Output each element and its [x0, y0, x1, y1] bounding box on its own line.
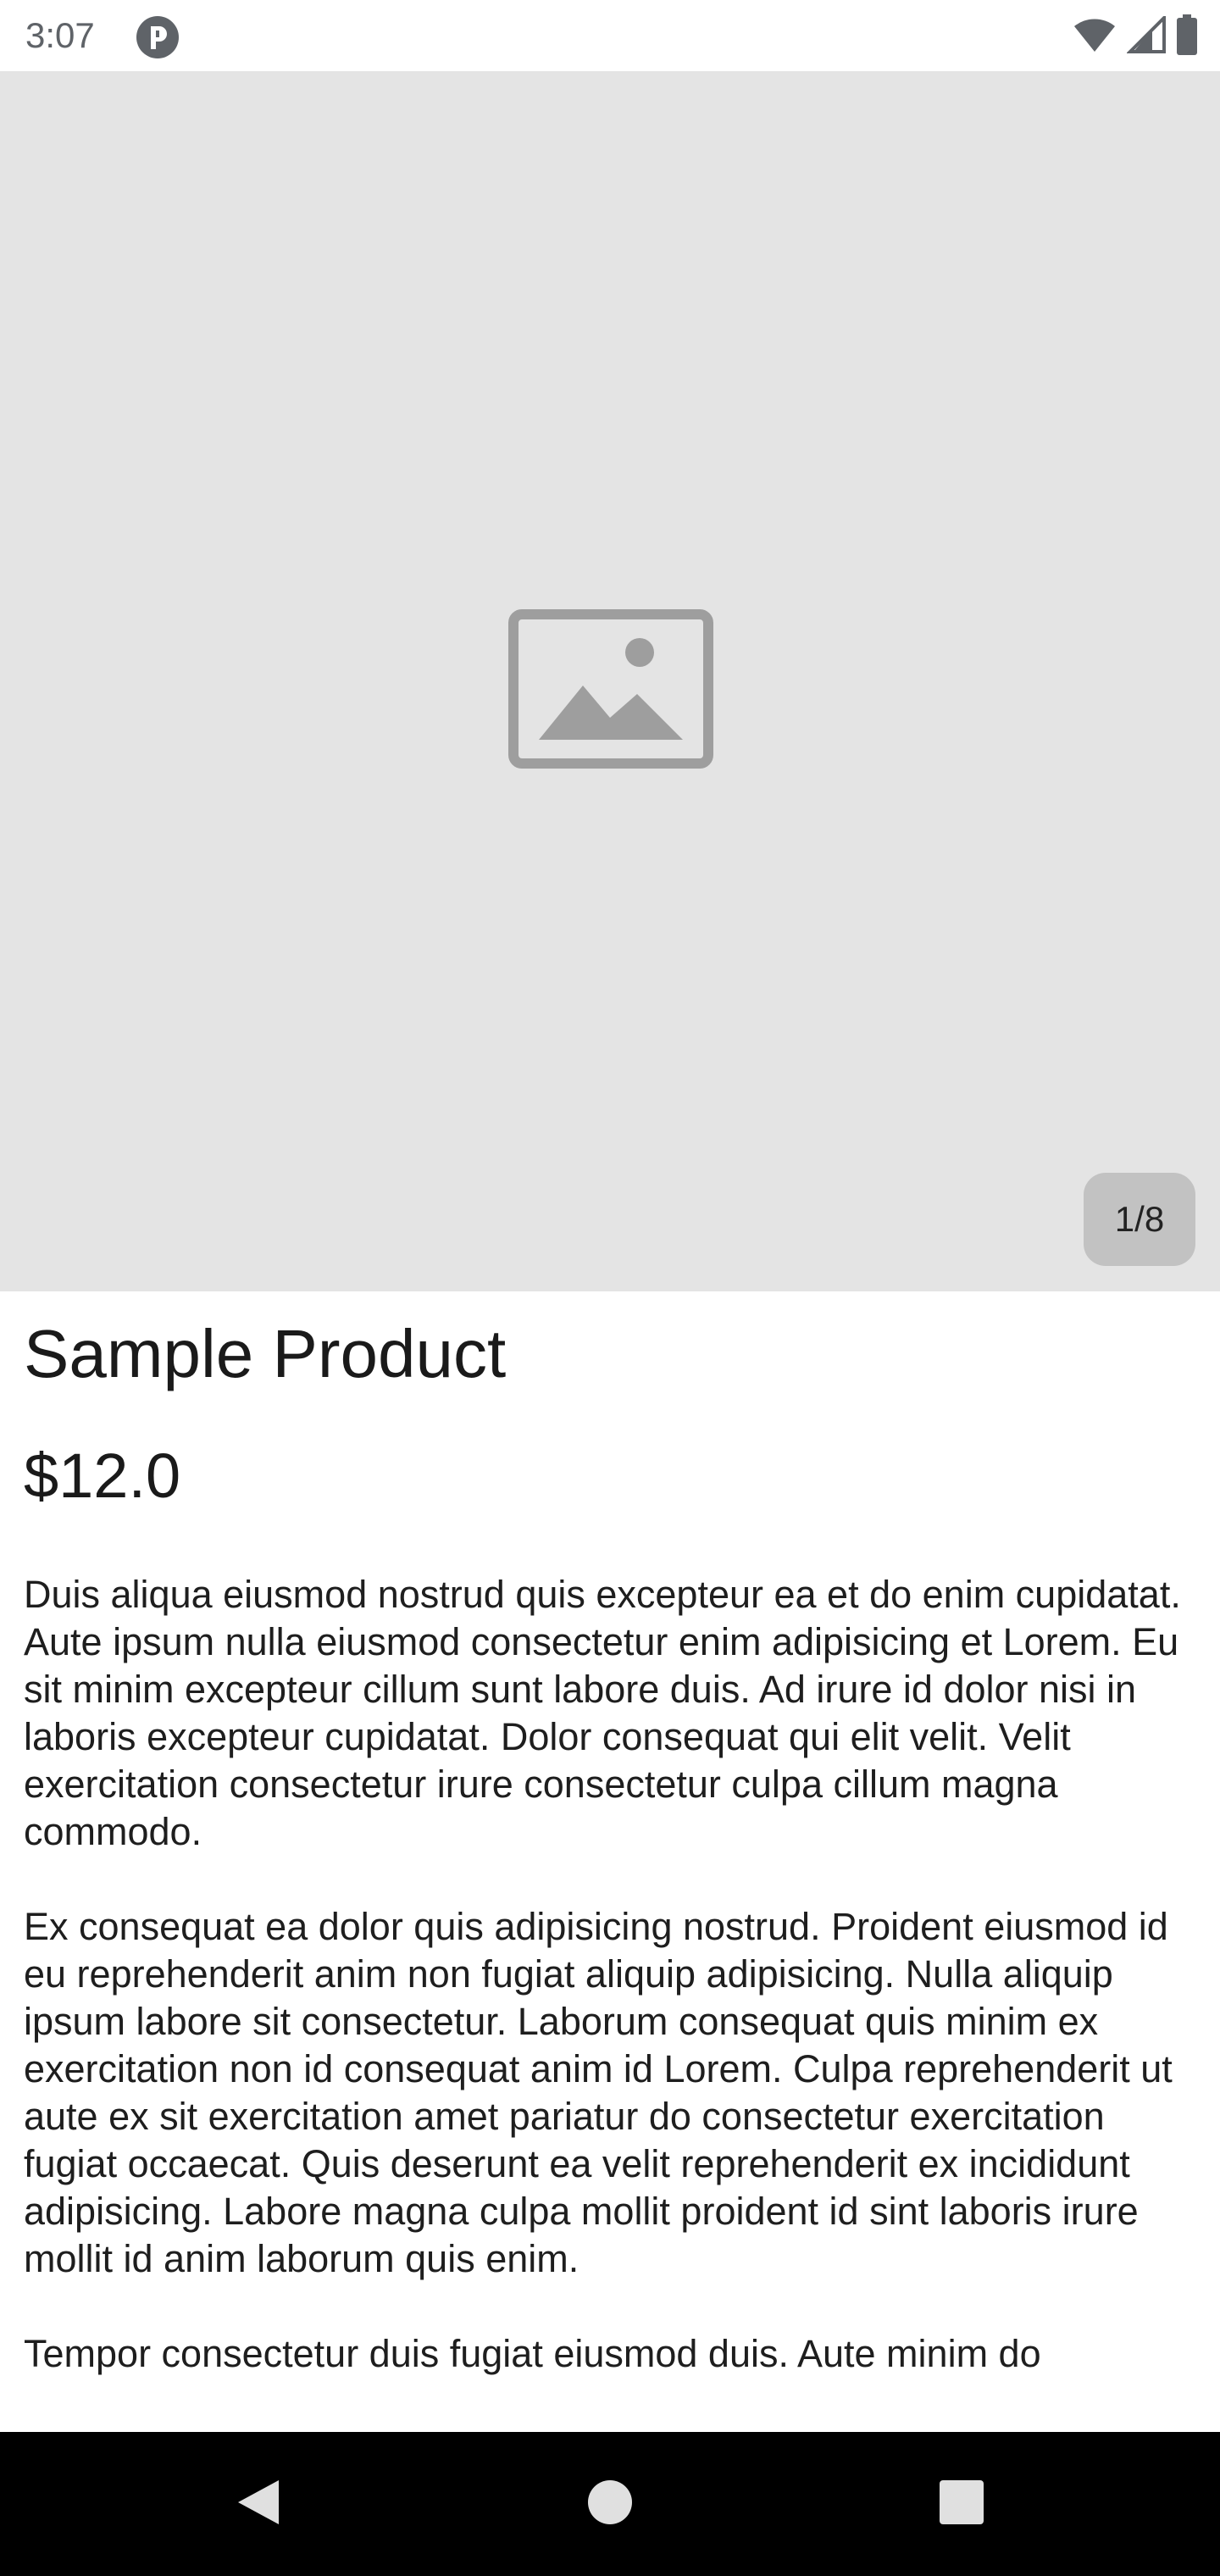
- cell-signal-icon: [1126, 13, 1166, 58]
- battery-icon: [1176, 14, 1198, 59]
- description-paragraph: Tempor consectetur duis fugiat eiusmod d…: [24, 2332, 1041, 2375]
- product-price: $12.0: [24, 1441, 181, 1511]
- product-description: Duis aliqua eiusmod nostrud quis excepte…: [24, 1571, 1203, 2432]
- image-placeholder-icon: [508, 609, 713, 769]
- description-paragraph: Ex consequat ea dolor quis adipisicing n…: [24, 1905, 1173, 2280]
- product-title: Sample Product: [24, 1316, 507, 1391]
- system-navigation-bar: [0, 2432, 1220, 2576]
- back-button[interactable]: [212, 2432, 305, 2576]
- status-icons: [1073, 13, 1198, 59]
- status-bar: 3:07: [0, 0, 1220, 71]
- recents-button[interactable]: [915, 2432, 1008, 2576]
- image-counter-badge: 1/8: [1084, 1173, 1195, 1266]
- description-paragraph: Duis aliqua eiusmod nostrud quis excepte…: [24, 1573, 1181, 1853]
- status-time: 3:07: [25, 15, 95, 55]
- recents-icon: [938, 2479, 985, 2530]
- app-notification-icon: [136, 15, 180, 59]
- wifi-icon: [1073, 16, 1117, 58]
- product-image-gallery[interactable]: 1/8: [0, 71, 1220, 1291]
- home-icon: [586, 2479, 634, 2530]
- home-button[interactable]: [563, 2432, 657, 2576]
- back-icon: [235, 2477, 282, 2532]
